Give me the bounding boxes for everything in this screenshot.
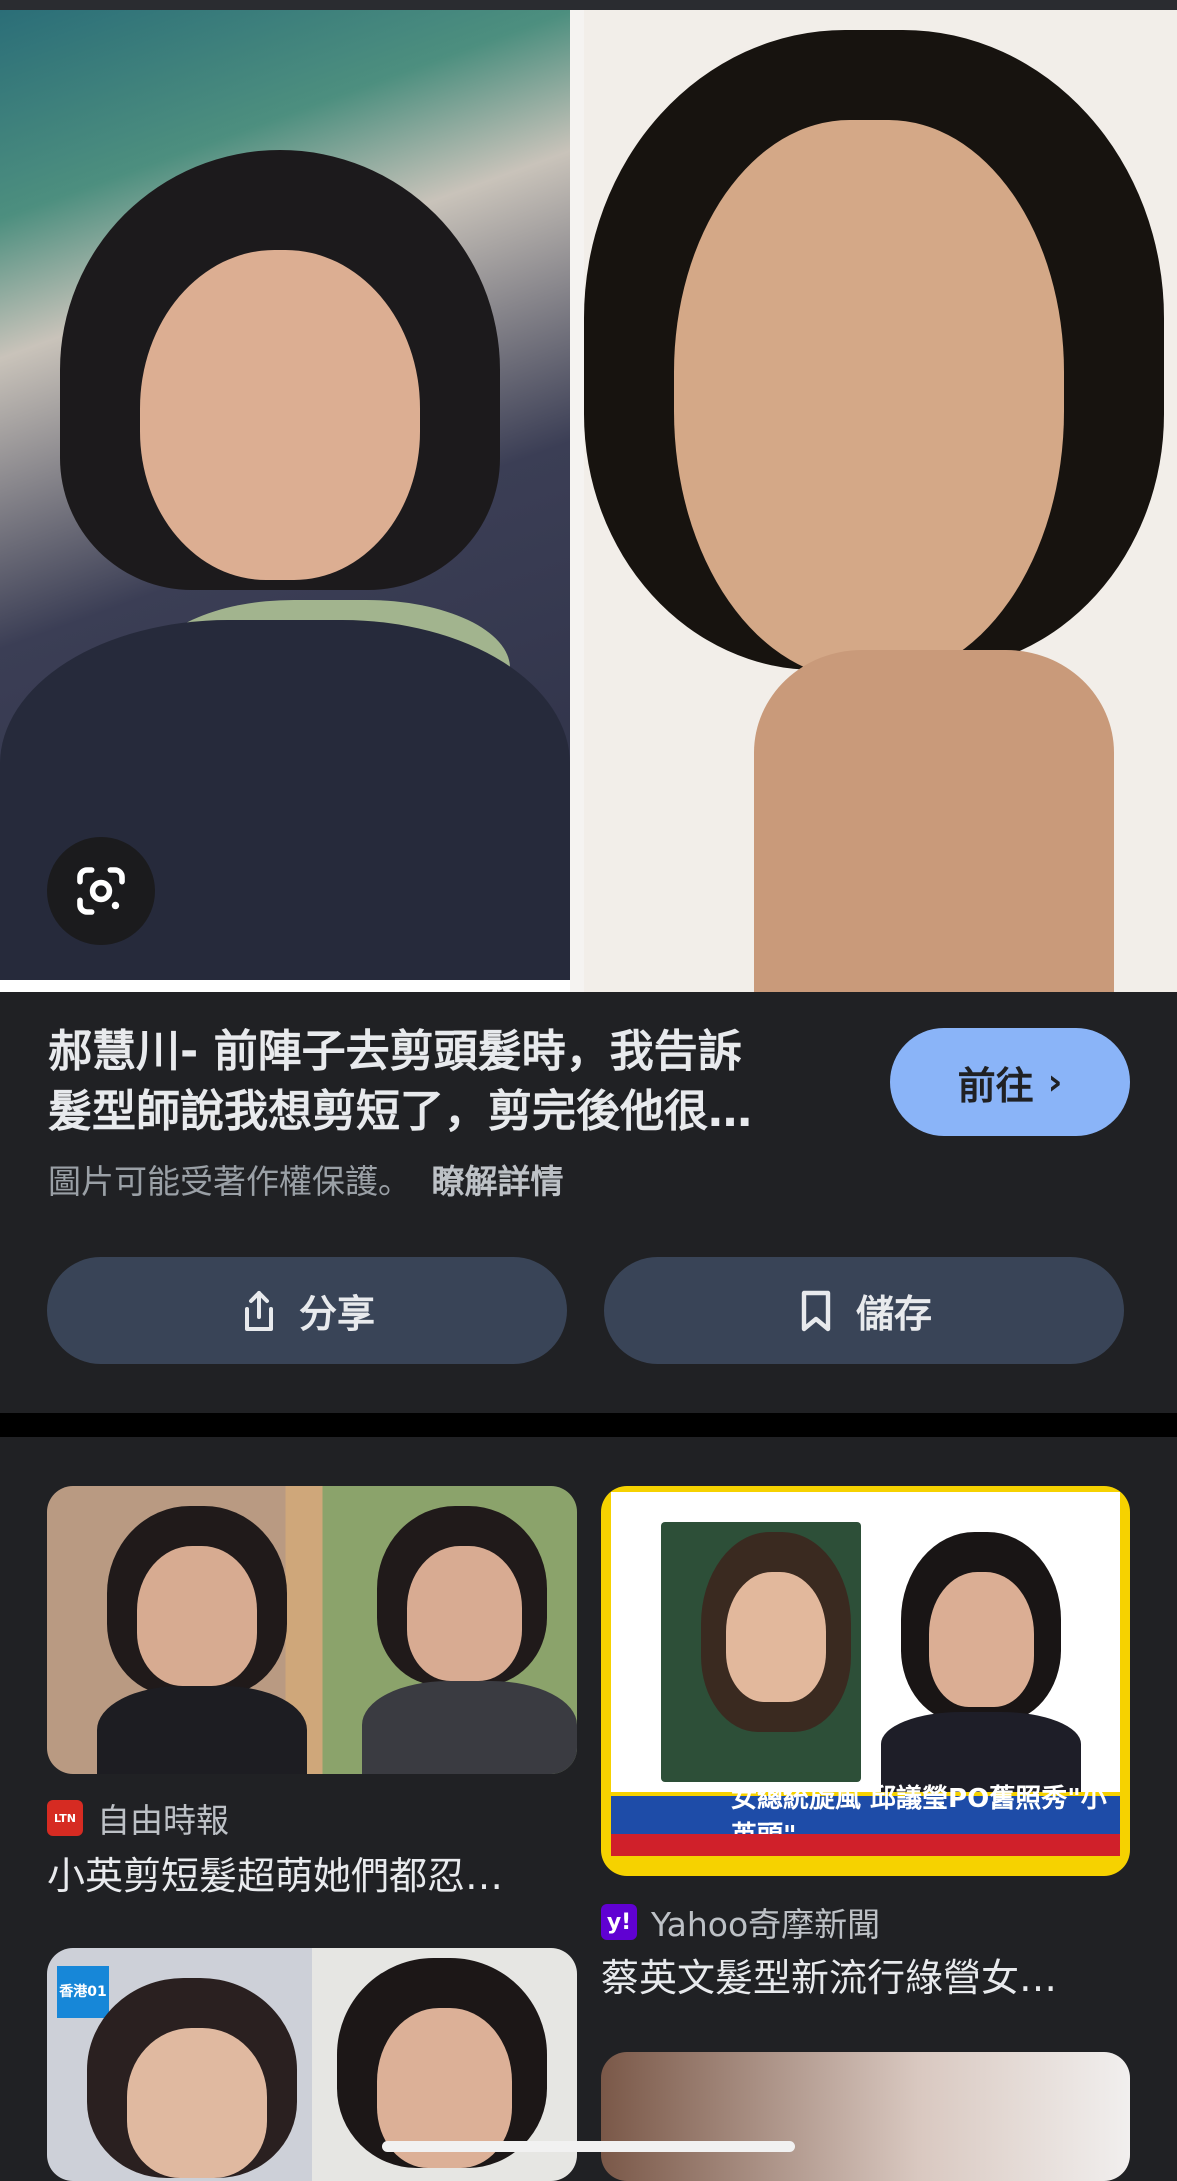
learn-more-link[interactable]: 瞭解詳情 xyxy=(432,1162,564,1201)
related-image-1[interactable] xyxy=(47,1486,577,1774)
photo-face-shape xyxy=(137,1546,257,1686)
save-button[interactable]: 儲存 xyxy=(604,1257,1124,1364)
related-image-2[interactable]: 女總統旋風 邱議瑩PO舊照秀"小英頭" xyxy=(601,1486,1130,1876)
news-caption-banner: 女總統旋風 邱議瑩PO舊照秀"小英頭" xyxy=(611,1784,1120,1851)
photo-face-shape xyxy=(929,1572,1034,1707)
google-lens-icon xyxy=(77,867,125,915)
home-indicator[interactable] xyxy=(382,2141,795,2152)
copyright-text: 圖片可能受著作權保護。 xyxy=(48,1162,411,1201)
share-icon xyxy=(244,1290,273,1331)
hero-image-right-photo xyxy=(584,10,1177,992)
share-button[interactable]: 分享 xyxy=(47,1257,567,1364)
bookmark-icon xyxy=(801,1290,831,1331)
related-source-1[interactable]: LTN 自由時報 xyxy=(47,1794,229,1842)
related-title-2[interactable]: 蔡英文髮型新流行綠營女… xyxy=(601,1953,1131,2003)
photo-body-shape xyxy=(97,1686,307,1774)
photo-neck-shape xyxy=(754,650,1114,992)
yahoo-favicon-icon: y! xyxy=(601,1904,637,1940)
source-name: Yahoo奇摩新聞 xyxy=(651,1905,881,1944)
ltn-favicon-icon: LTN xyxy=(47,1800,83,1836)
section-divider xyxy=(0,1413,1177,1437)
copyright-notice: 圖片可能受著作權保護。 瞭解詳情 xyxy=(48,1160,564,1204)
hk01-badge-icon: 香港01 xyxy=(57,1966,109,2018)
photo-face-shape xyxy=(140,250,420,580)
photo-face-shape xyxy=(407,1546,522,1681)
related-title-1[interactable]: 小英剪短髮超萌她們都忍… xyxy=(47,1851,577,1901)
related-image-4[interactable] xyxy=(601,2052,1130,2181)
result-title[interactable]: 郝慧川- 前陣子去剪頭髮時，我告訴 髮型師說我想剪短了，剪完後他很… xyxy=(48,1022,838,1142)
news-ticker xyxy=(611,1834,1120,1856)
hero-image[interactable] xyxy=(0,0,1177,992)
photo-face-shape xyxy=(127,2028,267,2178)
source-name: 自由時報 xyxy=(97,1801,229,1840)
related-source-2[interactable]: y! Yahoo奇摩新聞 xyxy=(601,1898,880,1946)
google-lens-button[interactable] xyxy=(47,837,155,945)
photo-body-shape xyxy=(362,1681,577,1774)
tv-screen-frame xyxy=(611,1492,1120,1792)
save-label: 儲存 xyxy=(855,1292,932,1336)
goto-label: 前往 xyxy=(957,1063,1034,1108)
share-label: 分享 xyxy=(298,1292,375,1336)
photo-face-shape xyxy=(726,1572,826,1702)
hero-image-left-photo xyxy=(0,10,570,980)
photo-face-shape xyxy=(674,120,1064,680)
status-strip xyxy=(0,0,1177,10)
hero-image-divider xyxy=(570,10,584,992)
chevron-right-icon: › xyxy=(1047,1061,1063,1103)
goto-button[interactable]: 前往 › xyxy=(890,1028,1130,1136)
